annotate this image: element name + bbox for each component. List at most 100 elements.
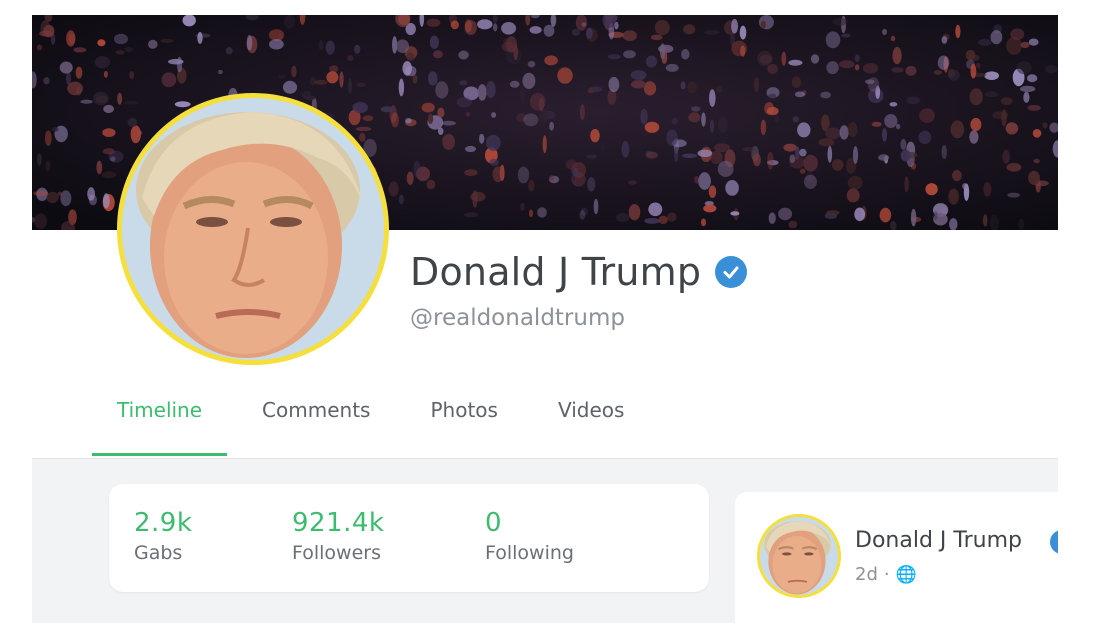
crowd-texture (456, 97, 472, 108)
tab-videos[interactable]: Videos (558, 392, 624, 458)
crowd-texture (962, 183, 968, 190)
tab-photos[interactable]: Photos (430, 392, 497, 458)
crowd-texture (970, 117, 982, 132)
crowd-texture (406, 52, 415, 61)
crowd-texture (102, 128, 116, 137)
crowd-texture (313, 79, 328, 85)
crowd-texture (831, 159, 844, 171)
crowd-texture (941, 145, 947, 160)
crowd-texture (66, 30, 76, 47)
crowd-texture (904, 176, 909, 193)
crowd-texture (129, 71, 134, 79)
crowd-texture (301, 90, 312, 100)
crowd-texture (517, 166, 530, 184)
crowd-texture (59, 61, 73, 74)
crowd-texture (92, 91, 109, 106)
crowd-texture (847, 122, 858, 138)
crowd-texture (948, 188, 959, 205)
profile-avatar[interactable] (117, 93, 389, 365)
stat-following[interactable]: 0 Following (485, 508, 574, 564)
post-time[interactable]: 2d (855, 564, 878, 585)
crowd-texture (492, 166, 504, 183)
crowd-texture (34, 213, 47, 229)
post-author-name[interactable]: Donald J Trump (855, 528, 1022, 553)
crowd-texture (630, 70, 647, 80)
stat-gabs[interactable]: 2.9k Gabs (134, 508, 192, 564)
crowd-texture (905, 65, 917, 76)
crowd-texture (441, 120, 456, 126)
profile-handle: @realdonaldtrump (410, 305, 625, 331)
crowd-texture (587, 177, 596, 192)
crowd-texture (1005, 122, 1019, 135)
crowd-texture (640, 108, 648, 125)
tab-timeline[interactable]: Timeline (92, 392, 228, 458)
crowd-texture (691, 106, 701, 112)
crowd-texture (644, 121, 660, 133)
crowd-texture (778, 207, 793, 221)
crowd-texture (906, 96, 920, 105)
crowd-texture (846, 188, 860, 203)
crowd-texture (388, 181, 399, 197)
crowd-texture (982, 214, 988, 227)
crowd-texture (586, 154, 597, 159)
crowd-texture (593, 198, 599, 215)
crowd-texture (621, 140, 630, 158)
crowd-texture (970, 63, 977, 79)
stat-followers[interactable]: 921.4k Followers (292, 508, 385, 564)
crowd-texture (969, 130, 979, 144)
crowd-texture (839, 60, 855, 69)
post-verified-icon (1050, 530, 1058, 554)
crowd-texture (527, 60, 536, 68)
crowd-texture (413, 160, 421, 178)
crowd-texture (666, 129, 678, 146)
crowd-texture (174, 101, 191, 108)
crowd-texture (768, 93, 777, 101)
crowd-texture (1002, 149, 1010, 164)
crowd-texture (291, 65, 297, 78)
crowd-texture (542, 135, 547, 154)
crowd-texture (753, 77, 760, 93)
crowd-texture (715, 85, 723, 93)
crowd-texture (465, 111, 471, 117)
crowd-texture (854, 207, 866, 222)
crowd-texture (803, 154, 818, 172)
crowd-texture (102, 148, 115, 155)
crowd-texture (797, 122, 811, 138)
crowd-texture (933, 70, 943, 75)
crowd-texture (698, 172, 711, 190)
crowd-texture (402, 61, 413, 76)
crowd-texture (826, 210, 840, 216)
crowd-texture (616, 212, 630, 222)
crowd-texture (127, 117, 138, 128)
crowd-texture (910, 208, 917, 227)
crowd-texture (947, 68, 955, 78)
verified-icon (715, 256, 748, 288)
crowd-texture (667, 212, 677, 222)
crowd-texture (864, 79, 875, 84)
crowd-texture (587, 88, 595, 94)
crowd-texture (396, 39, 409, 53)
crowd-texture (110, 156, 116, 162)
crowd-texture (731, 18, 739, 34)
crowd-texture (674, 147, 679, 162)
crowd-texture (977, 38, 992, 46)
crowd-texture (889, 102, 898, 107)
crowd-texture (67, 81, 83, 96)
crowd-texture (45, 160, 51, 172)
crowd-texture (148, 39, 158, 49)
crowd-texture (489, 158, 500, 166)
tab-comments[interactable]: Comments (262, 392, 370, 458)
crowd-texture (804, 174, 817, 189)
post-author-avatar[interactable] (757, 514, 841, 598)
crowd-texture (774, 115, 780, 123)
crowd-texture (628, 180, 637, 185)
crowd-texture (758, 15, 774, 30)
post-meta-separator: · (883, 564, 890, 585)
crowd-texture (75, 66, 83, 79)
crowd-texture (318, 40, 324, 51)
crowd-texture (882, 28, 887, 36)
crowd-texture (882, 128, 887, 142)
crowd-texture (704, 30, 720, 35)
crowd-texture (102, 171, 117, 179)
stat-followers-label: Followers (292, 542, 381, 564)
